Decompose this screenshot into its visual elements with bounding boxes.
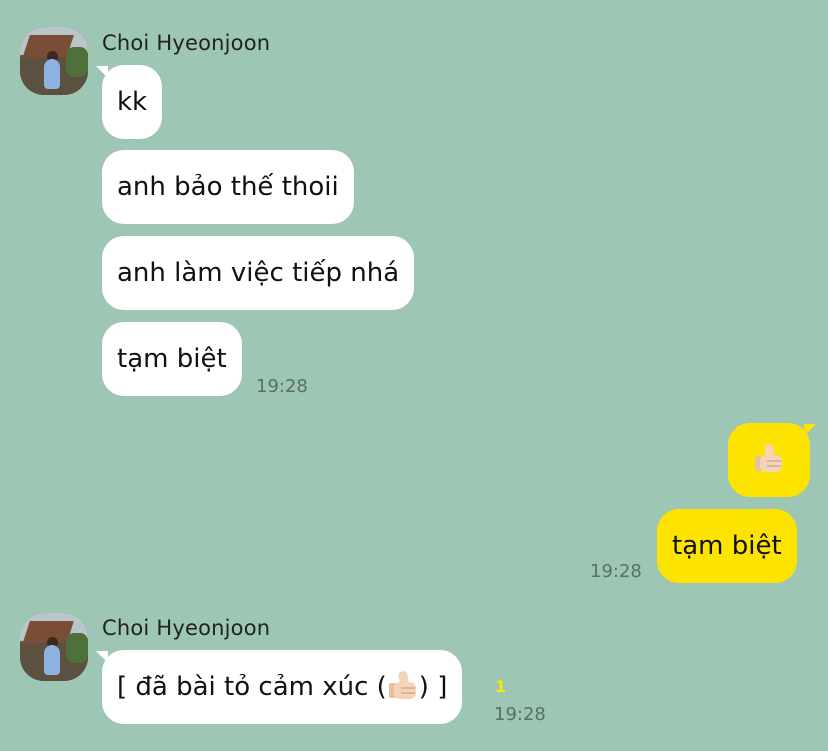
avatar[interactable] <box>20 27 88 95</box>
thumbs-up-icon <box>387 669 419 701</box>
message-bubble[interactable]: kk <box>102 65 163 139</box>
message-text: anh làm việc tiếp nhá <box>117 258 400 288</box>
message-time: 19:28 <box>494 704 546 725</box>
thumbs-up-icon <box>753 442 785 474</box>
message-text: kk <box>117 87 148 117</box>
avatar[interactable] <box>20 613 88 681</box>
message-text: tạm biệt <box>672 531 782 561</box>
unread-count: 1 <box>495 677 507 696</box>
message-bubble[interactable]: tạm biệt <box>102 322 242 396</box>
message-bubble[interactable]: anh bảo thế thoii <box>102 150 354 224</box>
reaction-message-bubble[interactable]: [ đã bài tỏ cảm xúc ( ) ] <box>102 650 463 724</box>
message-text: anh bảo thế thoii <box>117 172 339 202</box>
sender-name: Choi Hyeonjoon <box>102 616 271 640</box>
reaction-text-prefix: [ đã bài tỏ cảm xúc ( <box>117 672 387 702</box>
message-bubble[interactable]: tạm biệt <box>657 509 797 583</box>
message-bubble[interactable]: anh làm việc tiếp nhá <box>102 236 415 310</box>
sticker-bubble[interactable] <box>728 423 810 497</box>
message-text: tạm biệt <box>117 344 227 374</box>
message-time: 19:28 <box>256 376 308 397</box>
message-time: 19:28 <box>590 561 642 582</box>
sender-name: Choi Hyeonjoon <box>102 31 271 55</box>
reaction-text-suffix: ) ] <box>418 672 448 702</box>
